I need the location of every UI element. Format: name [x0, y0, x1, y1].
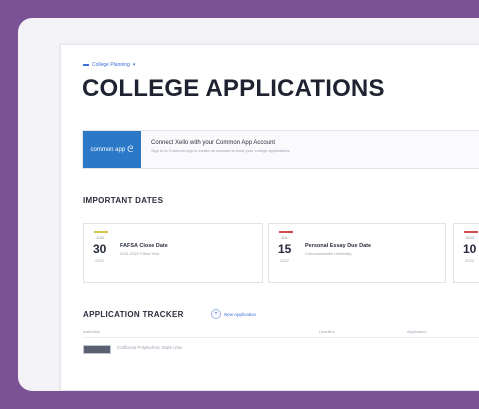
- column-header-institution[interactable]: Institution: [83, 329, 100, 334]
- date-year: 2022: [95, 258, 104, 263]
- column-header-deadline[interactable]: Deadline: [319, 329, 335, 334]
- back-icon: [83, 64, 89, 66]
- date-day: 10: [463, 242, 477, 256]
- common-app-logo: common app ᘓ: [83, 131, 141, 168]
- date-accent: [94, 231, 108, 233]
- date-card[interactable]: AUG 10 2022: [453, 223, 479, 283]
- important-dates-heading: IMPORTANT DATES: [83, 196, 164, 205]
- app-screen: College Planning ▾ COLLEGE APPLICATIONS …: [60, 44, 479, 391]
- table-divider: [83, 337, 479, 338]
- connect-title: Connect Xello with your Common App Accou…: [151, 140, 276, 146]
- new-application-label: New Application: [224, 311, 257, 317]
- institution-name[interactable]: California Polytechnic State Univ.: [117, 345, 183, 350]
- date-year: 2022: [280, 258, 289, 263]
- breadcrumb-link[interactable]: College Planning: [92, 62, 130, 68]
- date-day: 30: [93, 242, 107, 256]
- date-year: 2022: [465, 258, 474, 263]
- new-application-button[interactable]: + New Application: [211, 309, 256, 319]
- date-desc: 2021-2022 Fafsa Year: [120, 251, 160, 256]
- page-title: COLLEGE APPLICATIONS: [82, 75, 385, 102]
- chevron-down-icon: ▾: [132, 62, 136, 68]
- breadcrumb[interactable]: College Planning ▾: [83, 62, 135, 68]
- date-name: FAFSA Close Date: [120, 243, 168, 249]
- date-desc: Commonwealth University: [305, 251, 352, 256]
- plus-icon: +: [211, 309, 221, 319]
- connect-subtitle: Sign in to Common App to create an accou…: [151, 148, 290, 153]
- date-month: JUN: [96, 235, 104, 240]
- tablet-frame: College Planning ▾ COLLEGE APPLICATIONS …: [18, 18, 479, 391]
- institution-logo: [83, 345, 111, 354]
- date-card[interactable]: JUL 15 2022 Personal Essay Due Date Comm…: [268, 223, 446, 283]
- common-app-connect-card[interactable]: common app ᘓ Connect Xello with your Com…: [82, 130, 479, 169]
- common-app-logo-text: common app: [90, 146, 126, 153]
- date-month: JUL: [281, 235, 289, 240]
- date-card[interactable]: JUN 30 2022 FAFSA Close Date 2021-2022 F…: [83, 223, 263, 283]
- application-tracker-heading: APPLICATION TRACKER: [83, 310, 184, 319]
- swoosh-icon: ᘓ: [127, 144, 134, 154]
- date-day: 15: [278, 242, 292, 256]
- date-name: Personal Essay Due Date: [305, 243, 372, 249]
- date-month: AUG: [466, 235, 475, 240]
- column-header-application[interactable]: Application: [407, 329, 427, 334]
- date-accent: [279, 231, 293, 233]
- date-accent: [464, 231, 478, 233]
